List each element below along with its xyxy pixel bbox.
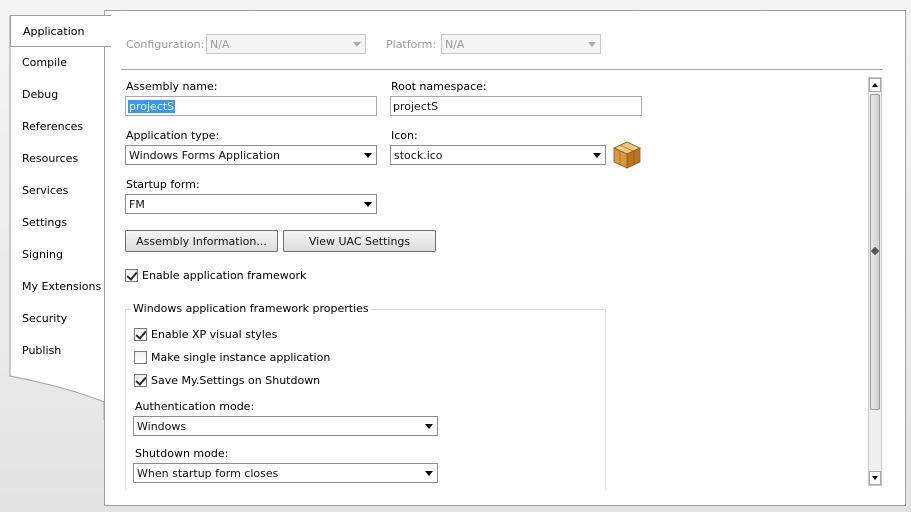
arrow-down-icon	[872, 476, 878, 480]
assembly-name-input[interactable]: projectS	[125, 96, 377, 116]
shutdown-mode-value: When startup form closes	[137, 467, 279, 480]
root-namespace-value: projectS	[393, 100, 439, 113]
save-settings-checkbox[interactable]	[134, 374, 147, 387]
configuration-select: N/A	[206, 34, 366, 54]
shutdown-mode-label: Shutdown mode:	[135, 447, 229, 460]
tab-label: Compile	[22, 56, 67, 69]
tab-resources[interactable]: Resources	[10, 143, 110, 175]
assembly-name-label: Assembly name:	[126, 80, 218, 93]
tab-signing[interactable]: Signing	[10, 239, 110, 271]
startup-form-label: Startup form:	[126, 178, 200, 191]
tab-label: Debug	[22, 88, 59, 101]
tab-label: Application	[23, 25, 85, 38]
shutdown-mode-select[interactable]: When startup form closes	[133, 463, 438, 483]
enable-application-framework-label: Enable application framework	[142, 269, 307, 282]
assembly-information-button[interactable]: Assembly Information...	[125, 230, 278, 252]
tab-label: References	[22, 120, 84, 133]
tab-publish[interactable]: Publish	[10, 335, 110, 367]
tab-settings[interactable]: Settings	[10, 207, 110, 239]
application-type-label: Application type:	[126, 129, 220, 142]
tab-application[interactable]: Application	[10, 15, 111, 47]
tab-label: Publish	[22, 344, 62, 357]
platform-label: Platform:	[386, 38, 437, 51]
application-type-select[interactable]: Windows Forms Application	[125, 145, 377, 165]
tab-label: Settings	[22, 216, 68, 229]
icon-label: Icon:	[391, 129, 418, 142]
arrow-up-icon	[872, 83, 878, 87]
tab-security[interactable]: Security	[10, 303, 110, 335]
chevron-down-icon	[353, 42, 361, 47]
tab-references[interactable]: References	[10, 111, 110, 143]
scroll-up-button[interactable]	[869, 78, 881, 92]
chevron-down-icon	[425, 424, 433, 429]
platform-value: N/A	[445, 38, 465, 51]
enable-application-framework-checkbox[interactable]	[125, 269, 138, 282]
properties-panel: Configuration: N/A Platform: N/A Assembl…	[104, 10, 906, 506]
root-namespace-label: Root namespace:	[391, 80, 487, 93]
package-box-icon	[613, 141, 641, 169]
authentication-mode-label: Authentication mode:	[135, 400, 255, 413]
startup-form-select[interactable]: FM	[125, 194, 377, 214]
chevron-down-icon	[364, 153, 372, 158]
single-instance-checkbox[interactable]	[134, 351, 147, 364]
framework-group-title: Windows application framework properties	[131, 302, 371, 315]
single-instance-label: Make single instance application	[151, 351, 331, 364]
chevron-down-icon	[593, 153, 601, 158]
view-uac-settings-button[interactable]: View UAC Settings	[283, 230, 436, 252]
enable-xp-styles-checkbox[interactable]	[134, 328, 147, 341]
enable-xp-styles-label: Enable XP visual styles	[151, 328, 278, 341]
icon-value: stock.ico	[394, 149, 443, 162]
chevron-down-icon	[588, 42, 596, 47]
tab-label: Resources	[22, 152, 79, 165]
configuration-value: N/A	[210, 38, 230, 51]
root-namespace-input[interactable]: projectS	[390, 96, 642, 116]
tab-label: Signing	[22, 248, 64, 261]
platform-select: N/A	[441, 34, 601, 54]
tab-label: Security	[22, 312, 68, 325]
tab-services[interactable]: Services	[10, 175, 110, 207]
save-settings-label: Save My.Settings on Shutdown	[151, 374, 321, 387]
tab-compile[interactable]: Compile	[10, 47, 110, 79]
vertical-scrollbar[interactable]	[868, 77, 882, 486]
tab-label: My Extensions	[22, 280, 102, 293]
tab-debug[interactable]: Debug	[10, 79, 110, 111]
tab-my-extensions[interactable]: My Extensions	[10, 271, 110, 303]
tab-label: Services	[22, 184, 69, 197]
startup-form-value: FM	[129, 198, 145, 211]
assembly-name-value: projectS	[128, 100, 176, 113]
authentication-mode-select[interactable]: Windows	[133, 416, 438, 436]
chevron-down-icon	[425, 471, 433, 476]
icon-select[interactable]: stock.ico	[390, 145, 606, 165]
application-type-value: Windows Forms Application	[129, 149, 280, 162]
scroll-down-button[interactable]	[869, 471, 881, 485]
authentication-mode-value: Windows	[137, 420, 187, 433]
configuration-label: Configuration:	[126, 38, 205, 51]
toolbar-divider	[121, 69, 883, 70]
chevron-down-icon	[364, 202, 372, 207]
